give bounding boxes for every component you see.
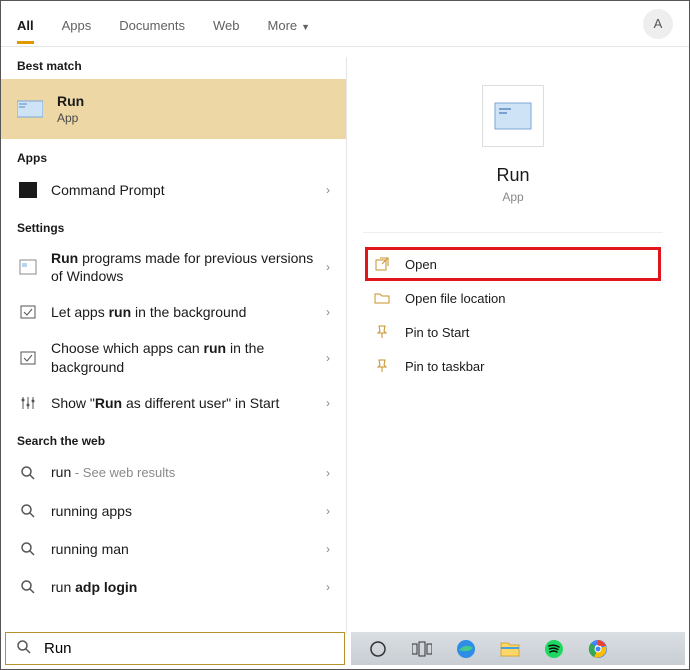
tab-all[interactable]: All bbox=[17, 4, 34, 43]
detail-actions: Open Open file location Pin to Start bbox=[363, 232, 663, 383]
search-tabs-bar: All Apps Documents Web More▼ A bbox=[1, 1, 689, 47]
result-label: Run programs made for previous versions … bbox=[51, 249, 314, 285]
search-icon bbox=[17, 462, 39, 484]
detail-pane: Run App Open Open file location bbox=[346, 57, 679, 634]
taskbar bbox=[351, 632, 685, 665]
chevron-right-icon: › bbox=[326, 542, 330, 556]
action-open-file-location[interactable]: Open file location bbox=[365, 281, 661, 315]
action-label: Open bbox=[405, 257, 437, 272]
pin-icon bbox=[373, 357, 391, 375]
result-run-previous[interactable]: Run programs made for previous versions … bbox=[1, 241, 346, 293]
chevron-right-icon: › bbox=[326, 580, 330, 594]
result-label: running man bbox=[51, 540, 314, 558]
result-label: Choose which apps can run in the backgro… bbox=[51, 339, 314, 375]
chevron-right-icon: › bbox=[326, 466, 330, 480]
cortana-icon[interactable] bbox=[367, 638, 389, 660]
tab-web[interactable]: Web bbox=[213, 4, 240, 43]
terminal-icon bbox=[17, 179, 39, 201]
result-label: Command Prompt bbox=[51, 181, 314, 199]
section-best-match: Best match bbox=[1, 47, 346, 79]
web-result-running-apps[interactable]: running apps › bbox=[1, 492, 346, 530]
run-app-icon bbox=[17, 98, 43, 120]
pin-icon bbox=[373, 323, 391, 341]
result-show-run-user[interactable]: Show "Run as different user" in Start › bbox=[1, 384, 346, 422]
run-large-icon bbox=[482, 85, 544, 147]
avatar[interactable]: A bbox=[643, 9, 673, 39]
action-label: Open file location bbox=[405, 291, 505, 306]
detail-subtitle: App bbox=[363, 190, 663, 204]
result-label: Let apps run in the background bbox=[51, 303, 314, 321]
search-icon bbox=[17, 538, 39, 560]
action-pin-taskbar[interactable]: Pin to taskbar bbox=[365, 349, 661, 383]
section-apps: Apps bbox=[1, 139, 346, 171]
result-command-prompt[interactable]: Command Prompt › bbox=[1, 171, 346, 209]
result-let-apps-run[interactable]: Let apps run in the background › bbox=[1, 293, 346, 331]
chevron-right-icon: › bbox=[326, 183, 330, 197]
result-label: Show "Run as different user" in Start bbox=[51, 394, 314, 412]
open-icon bbox=[373, 255, 391, 273]
search-icon bbox=[17, 576, 39, 598]
task-view-icon[interactable] bbox=[411, 638, 433, 660]
chevron-right-icon: › bbox=[326, 396, 330, 410]
action-pin-start[interactable]: Pin to Start bbox=[365, 315, 661, 349]
section-settings: Settings bbox=[1, 209, 346, 241]
result-label: run - See web results bbox=[51, 463, 314, 482]
search-icon bbox=[16, 639, 32, 658]
results-pane: Best match Run App Apps Command Prompt ›… bbox=[1, 47, 346, 634]
file-explorer-icon[interactable] bbox=[499, 638, 521, 660]
search-icon bbox=[17, 500, 39, 522]
sliders-icon bbox=[17, 392, 39, 414]
chevron-right-icon: › bbox=[326, 260, 330, 274]
chevron-right-icon: › bbox=[326, 504, 330, 518]
tab-documents[interactable]: Documents bbox=[119, 4, 185, 43]
section-web: Search the web bbox=[1, 422, 346, 454]
action-label: Pin to taskbar bbox=[405, 359, 485, 374]
best-match-result[interactable]: Run App bbox=[1, 79, 346, 139]
chevron-right-icon: › bbox=[326, 305, 330, 319]
search-input[interactable] bbox=[42, 639, 334, 658]
background-apps-icon bbox=[17, 347, 39, 369]
result-choose-apps[interactable]: Choose which apps can run in the backgro… bbox=[1, 331, 346, 383]
result-label: run adp login bbox=[51, 578, 314, 596]
result-label: running apps bbox=[51, 502, 314, 520]
web-result-run[interactable]: run - See web results › bbox=[1, 454, 346, 492]
chrome-icon[interactable] bbox=[587, 638, 609, 660]
folder-icon bbox=[373, 289, 391, 307]
web-result-run-adp[interactable]: run adp login › bbox=[1, 568, 346, 606]
tab-more[interactable]: More▼ bbox=[268, 4, 311, 43]
best-match-title: Run bbox=[57, 93, 84, 109]
best-match-subtitle: App bbox=[57, 111, 84, 125]
compatibility-icon bbox=[17, 256, 39, 278]
action-open[interactable]: Open bbox=[365, 247, 661, 281]
background-apps-icon bbox=[17, 301, 39, 323]
search-box[interactable] bbox=[5, 632, 345, 665]
tabs: All Apps Documents Web More▼ bbox=[17, 4, 310, 43]
chevron-right-icon: › bbox=[326, 351, 330, 365]
detail-title: Run bbox=[363, 165, 663, 186]
spotify-icon[interactable] bbox=[543, 638, 565, 660]
tab-apps[interactable]: Apps bbox=[62, 4, 92, 43]
action-label: Pin to Start bbox=[405, 325, 469, 340]
edge-icon[interactable] bbox=[455, 638, 477, 660]
chevron-down-icon: ▼ bbox=[301, 22, 310, 32]
web-result-running-man[interactable]: running man › bbox=[1, 530, 346, 568]
